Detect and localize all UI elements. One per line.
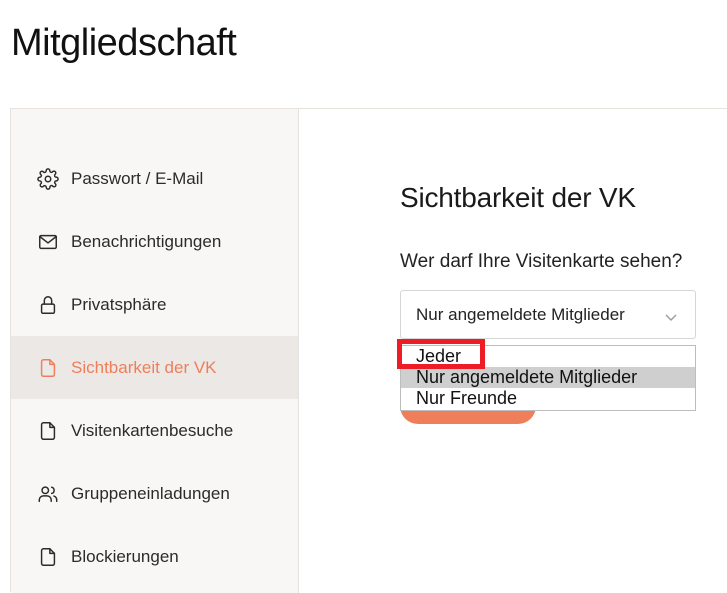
visibility-question: Wer darf Ihre Visitenkarte sehen?	[400, 251, 683, 272]
option-friends-only[interactable]: Nur Freunde	[401, 388, 695, 409]
chevron-down-icon	[665, 308, 677, 321]
mail-icon	[36, 230, 60, 254]
sidebar-item-group-invitations[interactable]: Gruppeneinladungen	[11, 462, 298, 525]
main-content: Sichtbarkeit der VK Wer darf Ihre Visite…	[299, 109, 727, 592]
sidebar-item-label: Gruppeneinladungen	[71, 483, 230, 503]
visibility-dropdown-list: Jeder Nur angemeldete Mitglieder Nur Fre…	[400, 345, 696, 411]
select-value: Nur angemeldete Mitglieder	[416, 304, 625, 324]
sidebar-item-password-email[interactable]: Passwort / E-Mail	[11, 147, 298, 210]
sidebar-item-label: Visitenkartenbesuche	[71, 420, 234, 440]
sidebar-item-notifications[interactable]: Benachrichtigungen	[11, 210, 298, 273]
sidebar-item-label: Blockierungen	[71, 546, 179, 566]
sidebar-item-label: Benachrichtigungen	[71, 231, 222, 251]
page-title: Mitgliedschaft	[11, 22, 237, 64]
sidebar-item-blocks[interactable]: Blockierungen	[11, 525, 298, 588]
settings-panel: Passwort / E-Mail Benachrichtigungen Pri…	[10, 108, 727, 593]
option-everyone[interactable]: Jeder	[401, 346, 695, 367]
sidebar-item-label: Sichtbarkeit der VK	[71, 357, 217, 377]
document-icon	[36, 545, 60, 569]
visibility-select[interactable]: Nur angemeldete Mitglieder	[400, 290, 696, 339]
option-members-only[interactable]: Nur angemeldete Mitglieder	[401, 367, 695, 388]
settings-sidebar: Passwort / E-Mail Benachrichtigungen Pri…	[11, 109, 299, 593]
document-icon	[36, 419, 60, 443]
sidebar-item-label: Passwort / E-Mail	[71, 168, 204, 188]
sidebar-item-card-visits[interactable]: Visitenkartenbesuche	[11, 399, 298, 462]
gear-icon	[36, 167, 60, 191]
sidebar-item-label: Privatsphäre	[71, 294, 167, 314]
lock-icon	[36, 293, 60, 317]
sidebar-item-visibility[interactable]: Sichtbarkeit der VK	[11, 336, 298, 399]
users-icon	[36, 482, 60, 506]
document-icon	[36, 356, 60, 380]
section-title: Sichtbarkeit der VK	[400, 182, 636, 213]
sidebar-item-privacy[interactable]: Privatsphäre	[11, 273, 298, 336]
